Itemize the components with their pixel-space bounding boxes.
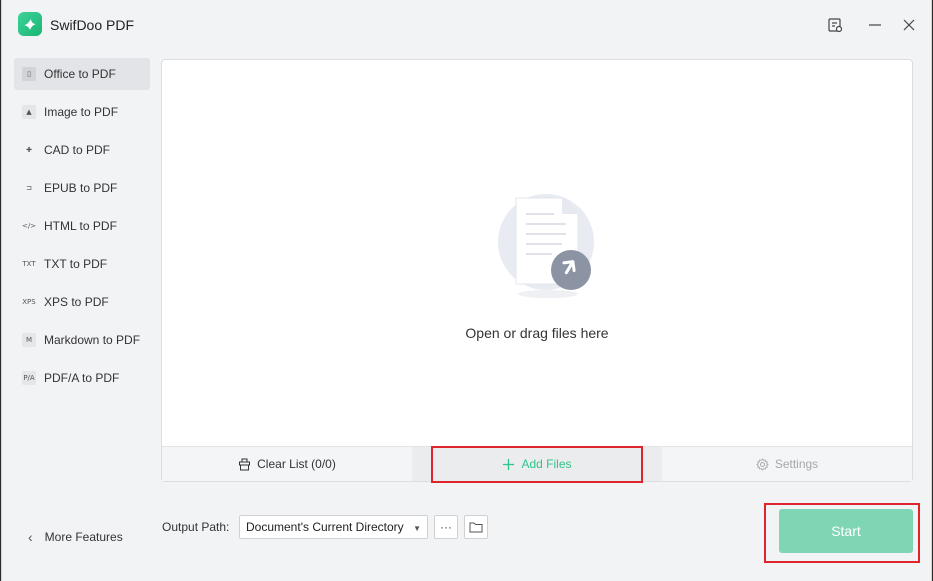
sidebar-item-label: Markdown to PDF <box>44 333 141 347</box>
sidebar-item-label: HTML to PDF <box>44 219 117 233</box>
html-icon: </> <box>21 222 37 230</box>
start-button[interactable]: Start <box>779 509 913 553</box>
open-folder-button[interactable] <box>464 515 488 539</box>
folder-icon <box>469 522 483 533</box>
browse-path-button[interactable]: ··· <box>434 515 458 539</box>
sidebar-item-label: EPUB to PDF <box>44 181 118 195</box>
minimize-button[interactable] <box>864 14 886 36</box>
sidebar-item-label: XPS to PDF <box>44 295 109 309</box>
file-drop-panel: Open or drag files here Clear List (0/0)… <box>161 59 913 482</box>
sidebar-item-markdown-to-pdf[interactable]: M Markdown to PDF <box>14 324 150 356</box>
epub-icon: ⊐ <box>26 184 32 192</box>
feedback-button[interactable] <box>824 14 846 36</box>
output-path-value: Document's Current Directory <box>246 520 404 534</box>
sidebar-item-label: CAD to PDF <box>44 143 111 157</box>
sidebar-item-html-to-pdf[interactable]: </> HTML to PDF <box>14 210 150 242</box>
sidebar-item-cad-to-pdf[interactable]: ✚ CAD to PDF <box>14 134 150 166</box>
sidebar-item-office-to-pdf[interactable]: ▯ Office to PDF <box>14 58 150 90</box>
sidebar-item-label: PDF/A to PDF <box>44 371 120 385</box>
sidebar: ▯ Office to PDF ▲ Image to PDF ✚ CAD to … <box>14 58 150 400</box>
title-bar: SwifDoo PDF <box>2 0 931 50</box>
clear-icon <box>239 458 251 470</box>
feedback-icon <box>828 18 843 33</box>
swifdoo-logo-icon <box>18 12 42 36</box>
sidebar-item-xps-to-pdf[interactable]: XPS XPS to PDF <box>14 286 150 318</box>
txt-icon: TXT <box>22 260 36 268</box>
close-button[interactable] <box>898 14 920 36</box>
minimize-icon <box>869 24 881 26</box>
file-drop-zone[interactable]: Open or drag files here <box>162 60 912 447</box>
gear-icon <box>756 457 769 471</box>
xps-icon: XPS <box>22 298 36 306</box>
markdown-icon: M <box>22 333 36 347</box>
sidebar-item-label: Image to PDF <box>44 105 119 119</box>
settings-label: Settings <box>774 457 819 471</box>
sidebar-item-epub-to-pdf[interactable]: ⊐ EPUB to PDF <box>14 172 150 204</box>
office-icon: ▯ <box>22 67 36 81</box>
caret-down-icon: ▼ <box>413 524 421 533</box>
clear-list-label: Clear List (0/0) <box>257 457 336 471</box>
chevron-left-icon: ‹ <box>28 529 33 545</box>
app-window: SwifDoo PDF ▯ Office to PDF ▲ Image to P… <box>1 0 932 581</box>
pdfa-icon: P/A <box>22 371 36 385</box>
sidebar-item-label: Office to PDF <box>44 67 116 81</box>
settings-button[interactable]: Settings <box>662 447 912 481</box>
add-files-label: Add Files <box>521 457 572 471</box>
sidebar-item-image-to-pdf[interactable]: ▲ Image to PDF <box>14 96 150 128</box>
output-path-select[interactable]: Document's Current Directory ▼ <box>239 515 428 539</box>
sidebar-item-label: TXT to PDF <box>44 257 108 271</box>
cad-icon: ✚ <box>26 146 32 154</box>
drop-hint-text: Open or drag files here <box>465 325 609 341</box>
file-action-bar: Clear List (0/0) Add Files Settings <box>162 446 912 481</box>
clear-list-button[interactable]: Clear List (0/0) <box>162 447 412 481</box>
output-path-label: Output Path: <box>162 520 230 534</box>
sidebar-item-txt-to-pdf[interactable]: TXT TXT to PDF <box>14 248 150 280</box>
plus-icon <box>503 458 515 470</box>
document-upload-icon <box>498 194 594 298</box>
add-files-button[interactable]: Add Files <box>412 447 662 481</box>
more-icon: ··· <box>440 520 452 534</box>
close-icon <box>903 19 915 31</box>
image-icon: ▲ <box>22 105 36 119</box>
more-features-label: More Features <box>44 530 123 544</box>
more-features-button[interactable]: ‹ More Features <box>28 529 123 545</box>
app-title: SwifDoo PDF <box>50 17 135 33</box>
sidebar-item-pdfa-to-pdf[interactable]: P/A PDF/A to PDF <box>14 362 150 394</box>
